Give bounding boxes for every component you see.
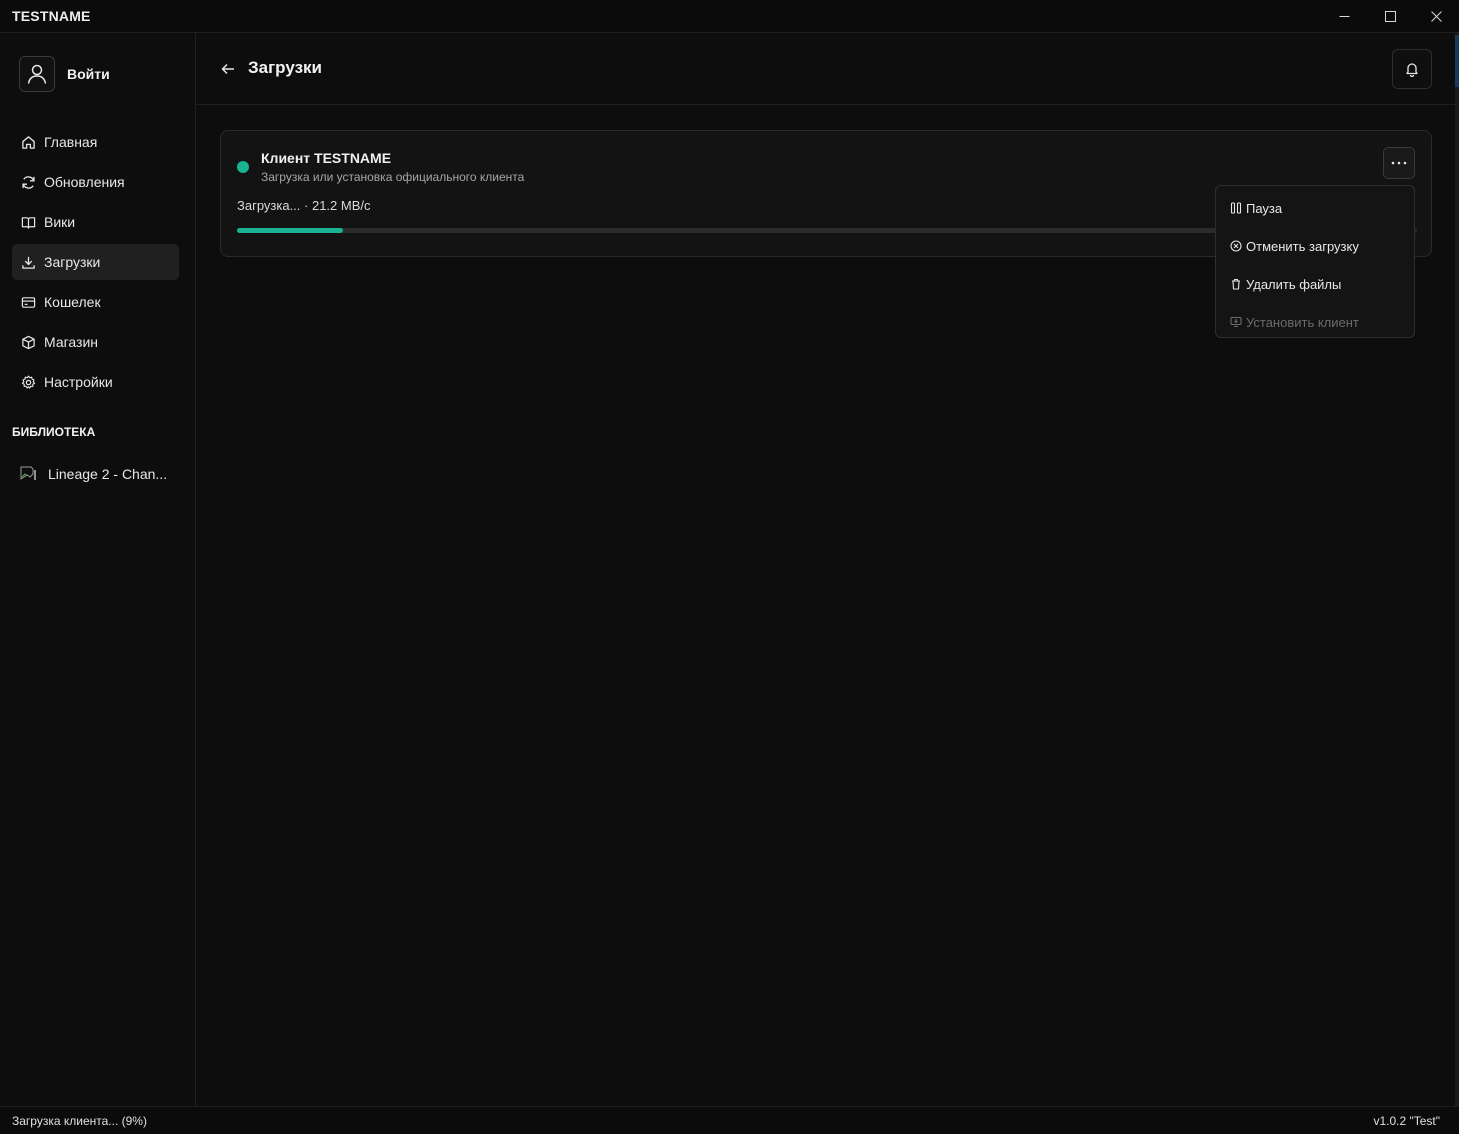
install-icon (1230, 316, 1242, 328)
login-button[interactable]: Войти (19, 56, 110, 92)
sidebar-item-downloads[interactable]: Загрузки (12, 244, 179, 280)
close-button[interactable] (1413, 0, 1459, 32)
minimize-icon (1339, 15, 1349, 17)
main-content: Загрузки Клиент TESTNAME Загрузка или ус… (196, 33, 1455, 1106)
download-status: Загрузка... · 21.2 MB/c (237, 198, 371, 213)
home-icon (20, 134, 36, 150)
library-item-label: Lineage 2 - Chan... (48, 466, 168, 482)
sidebar-item-updates[interactable]: Обновления (12, 164, 179, 200)
book-icon (20, 214, 36, 230)
scrollbar-thumb[interactable] (1455, 35, 1459, 87)
trash-icon (1230, 278, 1242, 290)
sidebar-item-shop[interactable]: Магазин (12, 324, 179, 360)
menu-item-label: Отменить загрузку (1246, 238, 1359, 254)
sidebar-item-label: Кошелек (44, 294, 101, 310)
bell-icon (1406, 63, 1418, 77)
sidebar-item-home[interactable]: Главная (12, 124, 179, 160)
library-heading: БИБЛИОТЕКА (12, 425, 96, 439)
sidebar-item-label: Магазин (44, 334, 99, 350)
menu-item-pause[interactable]: Пауза (1216, 189, 1414, 227)
arrow-left-icon (221, 63, 234, 75)
status-text: Загрузка клиента... (9%) (12, 1113, 147, 1128)
menu-item-label: Установить клиент (1246, 314, 1359, 330)
more-options-button[interactable] (1383, 147, 1415, 179)
menu-item-label: Удалить файлы (1246, 276, 1342, 292)
page-header: Загрузки (196, 33, 1455, 105)
box-icon (20, 334, 36, 350)
menu-item-delete-files[interactable]: Удалить файлы (1216, 265, 1414, 303)
avatar (19, 56, 55, 92)
broken-image-icon (20, 466, 38, 482)
download-title: Клиент TESTNAME (261, 150, 392, 166)
menu-item-label: Пауза (1246, 200, 1283, 216)
sidebar-item-label: Обновления (44, 174, 125, 190)
sidebar-item-wallet[interactable]: Кошелек (12, 284, 179, 320)
sidebar: Войти Главная Обновления Вики Загрузки К… (0, 33, 196, 1106)
sidebar-item-wiki[interactable]: Вики (12, 204, 179, 240)
back-button[interactable] (219, 60, 237, 78)
minimize-button[interactable] (1321, 0, 1367, 32)
app-title: TESTNAME (12, 8, 91, 24)
sidebar-item-label: Вики (44, 214, 76, 230)
notifications-button[interactable] (1392, 49, 1432, 89)
user-icon (27, 64, 47, 84)
close-icon (1430, 10, 1442, 22)
progress-bar-fill (237, 228, 344, 233)
sidebar-item-label: Настройки (44, 374, 113, 390)
menu-item-cancel-download[interactable]: Отменить загрузку (1216, 227, 1414, 265)
sidebar-item-label: Главная (44, 134, 98, 150)
download-icon (20, 254, 36, 270)
window-right-edge (1455, 33, 1459, 1106)
status-indicator (237, 161, 249, 173)
pause-icon (1230, 202, 1242, 214)
sidebar-item-settings[interactable]: Настройки (12, 364, 179, 400)
sidebar-item-label: Загрузки (44, 254, 101, 270)
download-subtitle: Загрузка или установка официального клие… (261, 170, 525, 184)
version-label: v1.0.2 "Test" (1373, 1113, 1440, 1128)
window-controls (1321, 0, 1459, 32)
more-horizontal-icon (1391, 161, 1407, 165)
login-label: Войти (67, 66, 110, 82)
refresh-icon (20, 174, 36, 190)
maximize-button[interactable] (1367, 0, 1413, 32)
status-bar: Загрузка клиента... (9%) v1.0.2 "Test" (0, 1106, 1459, 1134)
maximize-icon (1384, 10, 1396, 22)
page-title: Загрузки (248, 58, 322, 77)
cancel-circle-icon (1230, 240, 1242, 252)
wallet-icon (20, 294, 36, 310)
sidebar-nav: Главная Обновления Вики Загрузки Кошелек (12, 124, 179, 404)
menu-item-install-client: Установить клиент (1216, 303, 1414, 341)
library-item[interactable]: Lineage 2 - Chan... (20, 463, 178, 485)
gear-icon (20, 374, 36, 390)
download-options-menu: Пауза Отменить загрузку Удалить файлы Ус… (1215, 185, 1415, 338)
title-bar: TESTNAME (0, 0, 1459, 33)
